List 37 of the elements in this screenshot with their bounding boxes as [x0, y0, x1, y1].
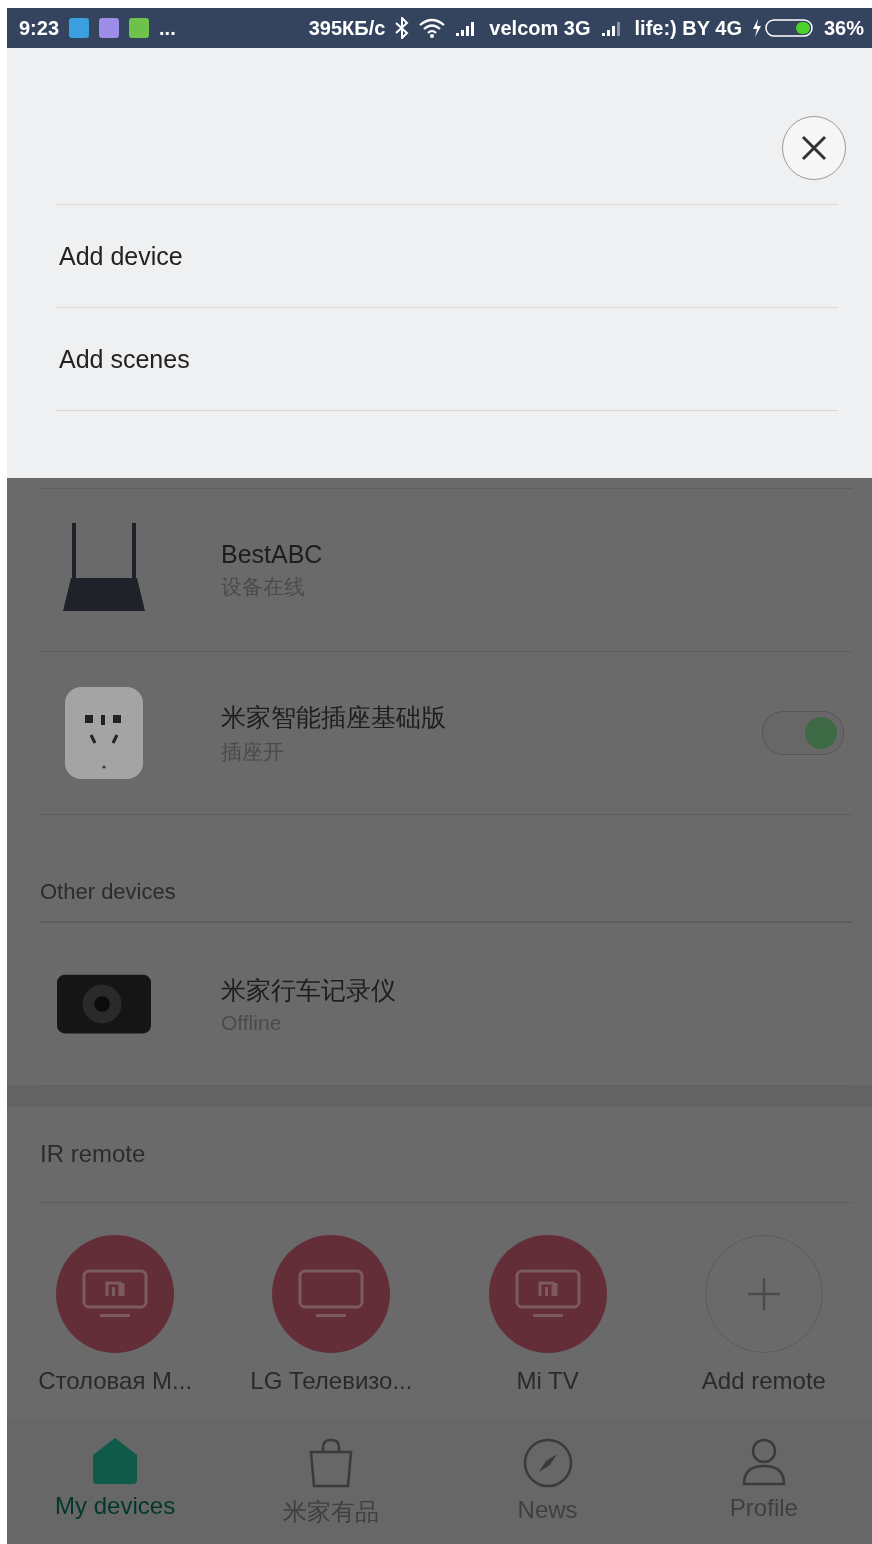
usb-icon — [69, 18, 90, 38]
remote-label: LG Телевизо... — [250, 1367, 413, 1395]
profile-icon — [741, 1438, 786, 1486]
menu-item[interactable]: Add scenes — [55, 308, 838, 411]
remote-label: Add remote — [701, 1367, 826, 1395]
bag-icon — [309, 1438, 354, 1488]
tv-icon — [298, 1269, 365, 1319]
home-icon — [93, 1438, 138, 1484]
close-icon — [801, 135, 827, 161]
more-notifications: ... — [159, 16, 176, 40]
remote-label: Столовая M... — [38, 1367, 193, 1395]
remote-label: Mi TV — [516, 1367, 579, 1395]
carrier-name: velcom 3G — [489, 16, 591, 40]
battery-percent: 36% — [823, 16, 864, 40]
plus-icon — [747, 1278, 780, 1310]
status-time: 9:23 — [19, 16, 60, 40]
power-switch[interactable] — [762, 711, 844, 755]
device-name: 米家行车记录仪 — [221, 974, 397, 1006]
device-name: BestABC — [221, 539, 324, 569]
battery-icon — [751, 18, 814, 38]
section-header: IR remote — [40, 1140, 146, 1168]
device-name: 米家智能插座基础版 — [221, 701, 447, 733]
carrier-name: life:) BY 4G — [634, 16, 742, 40]
compass-icon — [522, 1438, 573, 1488]
tab-label: My devices — [55, 1492, 176, 1520]
tv-icon — [514, 1269, 581, 1319]
camera-icon — [57, 974, 151, 1034]
tv-icon — [82, 1269, 149, 1319]
tab[interactable]: My devices — [7, 1418, 224, 1544]
network-speed: 395КБ/с — [308, 16, 386, 40]
battery-saver-icon — [129, 18, 150, 38]
bluetooth-icon — [395, 17, 410, 39]
menu-item[interactable]: Add device — [55, 205, 838, 308]
section-header: Other devices — [40, 879, 176, 906]
wifi-icon — [419, 18, 446, 38]
app-icon — [99, 18, 120, 38]
socket-icon — [65, 687, 143, 779]
